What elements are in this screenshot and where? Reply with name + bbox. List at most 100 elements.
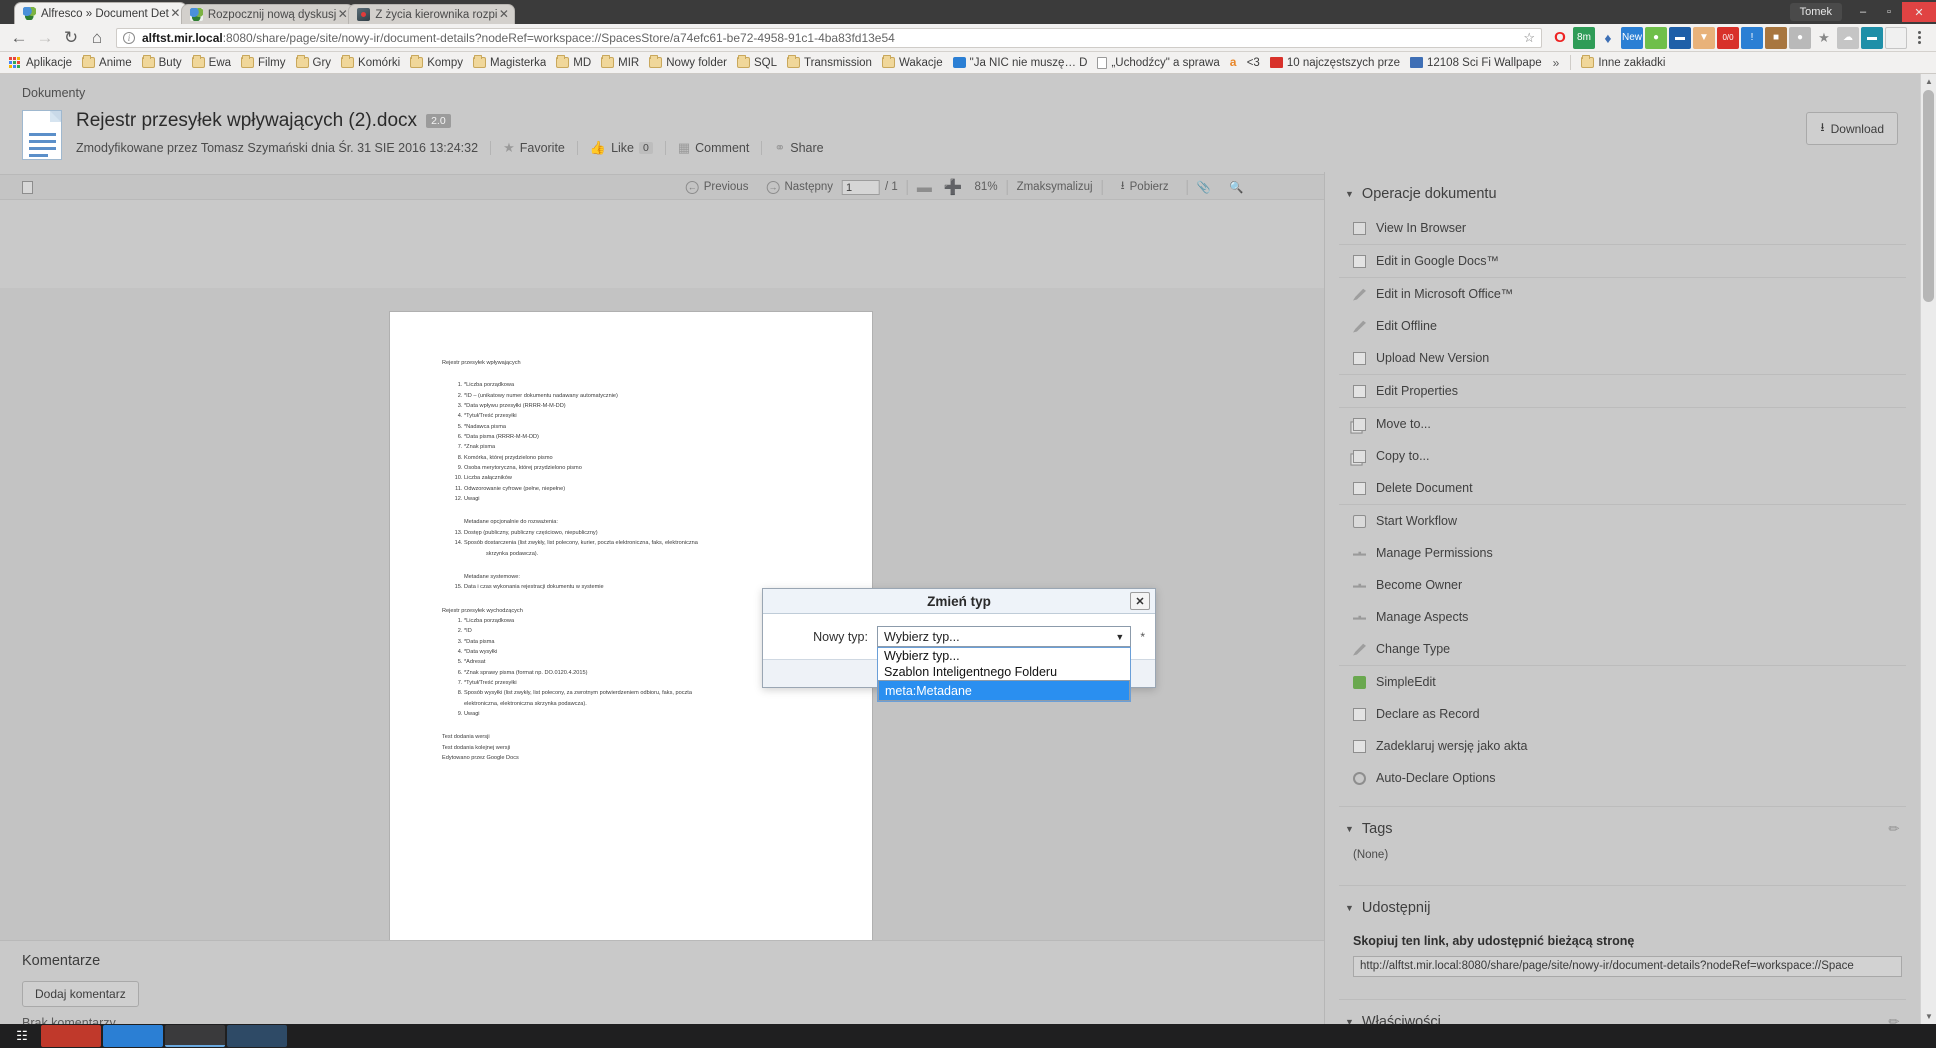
bookmark-item[interactable]: a <3 (1225, 53, 1265, 73)
bookmark-label: Transmission (803, 56, 872, 69)
address-bar[interactable]: i alftst.mir.local:8080/share/page/site/… (116, 27, 1542, 48)
page-viewport: Dokumenty Rejestr przesyłek wpływających… (0, 74, 1936, 1024)
apps-grid-icon (9, 57, 22, 68)
browser-tab-0[interactable]: Alfresco » Document Det ✕ (14, 2, 187, 24)
tab-title: Rozpocznij nową dyskusj (207, 8, 337, 21)
alfresco-favicon (189, 8, 203, 21)
info-icon[interactable]: i (123, 31, 135, 44)
star-extension-icon[interactable]: ★ (1813, 27, 1835, 49)
folder-icon (473, 55, 487, 68)
dialog-body: Nowy typ: Wybierz typ... ▼ Wybierz typ..… (763, 614, 1155, 702)
new-badge-extension-icon[interactable]: New (1621, 26, 1643, 49)
new-type-dropdown-list[interactable]: Wybierz typ... Szablon Inteligentnego Fo… (877, 647, 1132, 702)
forward-icon[interactable]: → (32, 25, 58, 51)
bookmark-item[interactable]: Gry (291, 53, 337, 73)
red-favicon (1269, 57, 1283, 68)
orange-extension-icon[interactable]: ▼ (1693, 26, 1715, 49)
close-icon[interactable]: ✕ (1130, 592, 1150, 610)
profile-avatar-icon[interactable] (1885, 26, 1907, 49)
blue-extension-icon[interactable]: ▬ (1669, 26, 1691, 49)
start-button-icon[interactable]: ☷ (4, 1026, 40, 1046)
chrome-menu-icon[interactable] (1908, 31, 1930, 44)
grey-extension-icon[interactable]: ● (1789, 26, 1811, 49)
bookmark-label: "Ja NIC nie muszę… D (969, 56, 1088, 69)
taskbar-item-chrome[interactable] (165, 1025, 225, 1047)
browser-tab-2[interactable]: Z życia kierownika rozpi ✕ (348, 4, 516, 24)
dialog-title: Zmień typ (927, 593, 991, 609)
bookmark-label: Komórki (358, 56, 401, 69)
bookmark-item[interactable]: Transmission (782, 53, 877, 73)
bookmark-item[interactable]: Filmy (236, 53, 290, 73)
bookmark-label: „Uchodźcy" a sprawa (1111, 56, 1220, 69)
bookmark-label: Filmy (258, 56, 286, 69)
taskbar-item[interactable] (227, 1025, 287, 1047)
close-icon[interactable]: ✕ (497, 8, 510, 21)
tab-title: Z życia kierownika rozpi (375, 8, 498, 21)
dropdown-option[interactable]: Wybierz typ... (878, 648, 1130, 664)
bookmark-item[interactable]: Wakacje (877, 53, 948, 73)
bookmark-item[interactable]: MIR (596, 53, 644, 73)
dropdown-option-selected[interactable]: meta:Metadane (878, 680, 1131, 701)
page-favicon (952, 57, 966, 68)
browser-tab-1[interactable]: Rozpocznij nową dyskusj ✕ (180, 4, 355, 24)
bookmark-label: Anime (99, 56, 132, 69)
divider (1570, 55, 1572, 70)
maximize-button[interactable]: ▫ (1876, 2, 1902, 22)
bookmark-label: Kompy (427, 56, 464, 69)
folder-icon (1581, 55, 1595, 68)
brown-extension-icon[interactable]: ■ (1765, 26, 1787, 49)
other-bookmarks-folder[interactable]: Inne zakładki (1576, 53, 1670, 73)
bookmark-item[interactable]: Anime (77, 53, 137, 73)
bookmark-item[interactable]: Komórki (336, 53, 405, 73)
new-type-select[interactable]: Wybierz typ... ▼ (877, 626, 1132, 647)
cloud-extension-icon[interactable]: ☁ (1837, 26, 1859, 49)
taskbar-item[interactable] (103, 1025, 163, 1047)
teal-extension-icon[interactable]: ▬ (1861, 26, 1883, 49)
bookmark-item[interactable]: Buty (137, 53, 187, 73)
notify-extension-icon[interactable]: ! (1741, 26, 1763, 49)
image-favicon (357, 8, 371, 21)
bookmark-item[interactable]: Kompy (405, 53, 468, 73)
taskbar-item[interactable] (41, 1025, 101, 1047)
minimize-button[interactable]: – (1850, 2, 1876, 22)
opera-extension-icon[interactable]: O (1549, 27, 1571, 49)
profile-name[interactable]: Tomek (1789, 3, 1842, 21)
folder-icon (141, 55, 155, 68)
bookmark-item[interactable]: 10 najczęstszych prze (1265, 53, 1405, 73)
bookmark-item[interactable]: „Uchodźcy" a sprawa (1092, 53, 1224, 73)
bookmark-label: MIR (618, 56, 640, 69)
tabstrip: Alfresco » Document Det ✕ Rozpocznij now… (0, 0, 516, 24)
reload-icon[interactable]: ↻ (58, 25, 84, 51)
bookmark-item[interactable]: SQL (732, 53, 782, 73)
document-icon (1097, 56, 1108, 69)
back-icon[interactable]: ← (6, 25, 32, 51)
url-path: :8080/share/page/site/nowy-ir/document-d… (222, 30, 895, 45)
folder-icon (736, 55, 750, 68)
folder-icon (82, 55, 96, 68)
bookmark-label: Inne zakładki (1598, 56, 1666, 69)
folder-icon (410, 55, 424, 68)
bookmark-item[interactable]: 12108 Sci Fi Wallpape (1405, 53, 1547, 73)
folder-icon (241, 55, 255, 68)
folder-icon (191, 55, 205, 68)
folder-icon (649, 55, 663, 68)
bookmark-apps[interactable]: Aplikacje (4, 53, 77, 73)
home-icon[interactable]: ⌂ (84, 25, 110, 51)
amazon-icon: a (1229, 55, 1237, 69)
counter-extension-icon[interactable]: 0/0 (1717, 26, 1739, 49)
diamond-extension-icon[interactable]: ♦ (1597, 27, 1619, 49)
bookmark-item[interactable]: "Ja NIC nie muszę… D (948, 53, 1093, 73)
bookmark-star-icon[interactable]: ☆ (1517, 30, 1535, 46)
alfresco-favicon (23, 7, 36, 20)
bookmark-item[interactable]: MD (551, 53, 596, 73)
bookmarks-overflow-icon[interactable]: » (1547, 56, 1566, 70)
bookmark-label: SQL (753, 56, 777, 69)
bookmark-item[interactable]: Nowy folder (644, 53, 732, 73)
close-window-button[interactable]: ✕ (1902, 2, 1936, 22)
dialog-header: Zmień typ ✕ (763, 589, 1155, 614)
dropdown-option[interactable]: Szablon Inteligentnego Folderu (878, 664, 1130, 680)
bookmark-item[interactable]: Ewa (187, 53, 236, 73)
green-extension-icon[interactable]: ● (1645, 26, 1667, 49)
bookmark-item[interactable]: Magisterka (468, 53, 551, 73)
evernote-extension-icon[interactable]: 8m (1573, 26, 1595, 49)
